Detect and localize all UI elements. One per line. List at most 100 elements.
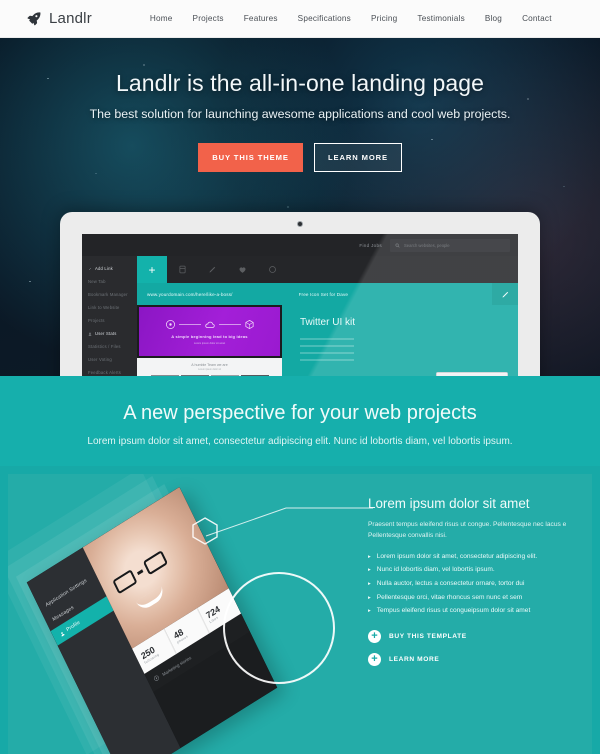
arrow-icon: ▸	[368, 580, 371, 587]
mockup-url-bar[interactable]: www.yourdomain.com/here/like-a-boss/ Fre…	[137, 283, 518, 305]
rocket-icon	[27, 11, 41, 25]
mockup-sidebar-label: New Tab	[88, 279, 106, 284]
nav-item-blog[interactable]: Blog	[485, 14, 502, 23]
band-subtitle: Lorem ipsum dolor sit amet, consectetur …	[87, 436, 513, 447]
feature-bullet: ▸ Tempus eleifend risus ut congueipsum d…	[368, 607, 592, 615]
mockup-url-text: www.yourdomain.com/here/like-a-boss/	[147, 291, 233, 297]
feature-bullet-text: Nulla auctor, lectus a consectetur ornar…	[376, 579, 525, 587]
feature-bullet-text: Pellentesque orci, vitae rhoncus sem nun…	[376, 593, 523, 601]
box-icon	[244, 319, 254, 330]
mockup-topbar: Find Jobs Search websites, people	[82, 234, 518, 256]
nav-item-projects[interactable]: Projects	[193, 14, 224, 23]
phone-mockup-group: Application Settings Messages Profile 25…	[8, 474, 348, 754]
mockup-sidebar-label: Add Link	[95, 266, 113, 271]
mockup-sidebar-item-feedback-alerts[interactable]: Feedback Alerts	[82, 366, 137, 376]
circle-icon[interactable]	[257, 256, 287, 283]
heart-icon[interactable]	[227, 256, 257, 283]
smile-graphic	[135, 585, 167, 613]
hero-section: Landlr is the all-in-one landing page Th…	[0, 38, 600, 376]
purple-card-caption: A simple beginning lead to big ideas	[171, 333, 248, 339]
buy-this-template-label: BUY THIS TEMPLATE	[389, 633, 467, 641]
line	[300, 345, 354, 347]
mockup-purple-card[interactable]: A simple beginning lead to big ideas Lor…	[137, 305, 282, 358]
landing-page: Landlr Home Projects Features Specificat…	[0, 0, 600, 754]
feature-bullet-list: ▸ Lorem ipsum dolor sit amet, consectetu…	[368, 553, 592, 616]
buy-this-theme-button[interactable]: BUY THIS THEME	[198, 143, 303, 172]
mockup-sidebar: Add Link New Tab Bookmark Manager Link t…	[82, 256, 137, 376]
feature-bullet-text: Lorem ipsum dolor sit amet, consectetur …	[376, 552, 538, 560]
feature-bullet: ▸ Nunc id lobortis diam, vel lobortis ip…	[368, 566, 592, 574]
nav-item-testimonials[interactable]: Testimonials	[417, 14, 464, 23]
band-title: A new perspective for your web projects	[123, 402, 477, 424]
search-icon	[395, 243, 400, 248]
mockup-url-note: Free Icon Set for Dave	[298, 291, 349, 297]
learn-more-button[interactable]: LEARN MORE	[314, 143, 402, 172]
mockup-body: Add Link New Tab Bookmark Manager Link t…	[82, 256, 518, 376]
plus-circle-icon: +	[368, 653, 381, 667]
team-card-subtitle: Lorem ipsum dolor sit	[198, 368, 221, 371]
mockup-team-card[interactable]: A humble Team we are Lorem ipsum dolor s…	[137, 358, 282, 376]
mockup-sidebar-item-projects[interactable]: Projects	[82, 314, 137, 327]
mockup-main: + www.yourdomain.com/here/like-a-boss/ F…	[137, 256, 518, 376]
feature-title: Lorem ipsum dolor sit amet	[368, 496, 530, 511]
mockup-add-button[interactable]: +	[137, 256, 167, 283]
laptop-screen: Find Jobs Search websites, people Add Li…	[82, 234, 518, 376]
cloud-icon	[204, 321, 215, 328]
mockup-window-stack: Settings Wi-Fi Not connected to	[338, 354, 518, 376]
feature-learn-more-label: LEARN MORE	[389, 656, 440, 664]
team-card-title: A humble Team we are	[191, 363, 228, 367]
purple-card-icons	[165, 319, 255, 331]
pencil-icon[interactable]	[197, 256, 227, 283]
nav-item-home[interactable]: Home	[150, 14, 173, 23]
brand-logo[interactable]: Landlr	[26, 10, 92, 27]
clock-icon	[165, 320, 175, 329]
buy-this-template-button[interactable]: + BUY THIS TEMPLATE	[368, 630, 592, 644]
mockup-sidebar-label: Link to Website	[88, 305, 120, 310]
feature-learn-more-button[interactable]: + LEARN MORE	[368, 653, 592, 667]
line	[300, 338, 354, 340]
nav-links: Home Projects Features Specifications Pr…	[150, 14, 552, 23]
mockup-sidebar-item-new-tab[interactable]: New Tab	[82, 275, 137, 288]
mockup-topbar-label: Find Jobs	[359, 242, 382, 248]
feature-bullet-text: Tempus eleifend risus ut congueipsum dol…	[376, 607, 531, 615]
feature-section: Application Settings Messages Profile 25…	[0, 466, 600, 754]
mockup-toolbar: +	[137, 256, 518, 283]
grid-icon[interactable]	[167, 256, 197, 283]
mockup-sidebar-item-bookmark-manager[interactable]: Bookmark Manager	[82, 288, 137, 301]
feature-text-column: Lorem ipsum dolor sit amet Praesent temp…	[368, 496, 592, 667]
feature-bullet: ▸ Nulla auctor, lectus a consectetur orn…	[368, 580, 592, 588]
feature-bullet: ▸ Lorem ipsum dolor sit amet, consectetu…	[368, 553, 592, 561]
nav-item-features[interactable]: Features	[244, 14, 278, 23]
arrow-icon: ▸	[368, 567, 371, 574]
purple-card-subcaption: Lorem ipsum dolor sit amet	[193, 341, 226, 345]
mockup-url-edit-pencil-icon[interactable]	[492, 283, 518, 305]
feature-bullet: ▸ Pellentesque orci, vitae rhoncus sem n…	[368, 594, 592, 602]
feature-paragraph: Praesent tempus eleifend risus ut congue…	[368, 521, 567, 539]
mockup-sidebar-item-add-link[interactable]: Add Link	[82, 262, 137, 275]
nav-item-contact[interactable]: Contact	[522, 14, 552, 23]
mockup-sidebar-label: Feedback Alerts	[88, 370, 122, 375]
laptop-mockup: Find Jobs Search websites, people Add Li…	[60, 212, 540, 376]
divider	[178, 324, 201, 325]
divider	[218, 324, 241, 325]
arrow-icon: ▸	[368, 594, 371, 601]
hero-title: Landlr is the all-in-one landing page	[115, 70, 485, 96]
mockup-search-input[interactable]: Search websites, people	[390, 238, 510, 252]
feature-inner-panel: Application Settings Messages Profile 25…	[8, 474, 592, 754]
mockup-sidebar-item-link-to-website[interactable]: Link to Website	[82, 301, 137, 314]
mockup-search-placeholder: Search websites, people	[404, 242, 450, 248]
play-circle-icon	[154, 675, 159, 681]
brand-name: Landlr	[49, 10, 92, 27]
arrow-icon: ▸	[368, 608, 371, 615]
nav-item-specifications[interactable]: Specifications	[298, 14, 351, 23]
nav-item-pricing[interactable]: Pricing	[371, 14, 397, 23]
plus-circle-icon: +	[368, 630, 381, 644]
mockup-sidebar-item-statistics[interactable]: Statistics / Files	[82, 340, 137, 353]
phone-menu-label: Profile	[65, 619, 82, 634]
user-icon	[88, 332, 92, 336]
link-icon	[88, 267, 92, 270]
mockup-sidebar-item-user-voting[interactable]: User Voting	[82, 353, 137, 366]
mockup-sidebar-item-user-stats[interactable]: User Stats	[82, 327, 137, 340]
mockup-sidebar-label: User Stats	[95, 331, 117, 336]
mockup-sidebar-label: Projects	[88, 318, 105, 323]
